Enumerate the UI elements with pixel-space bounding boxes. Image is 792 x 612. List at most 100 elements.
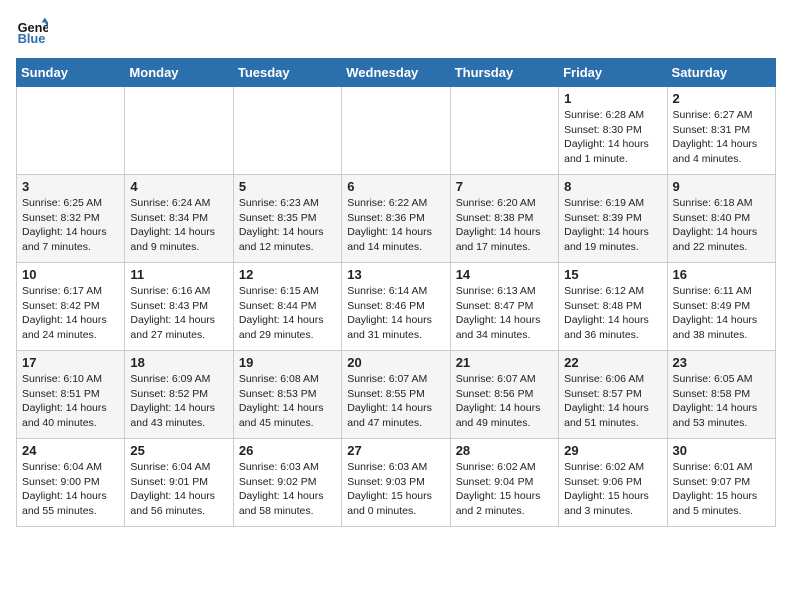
day-number: 28 <box>456 443 553 458</box>
day-info: Sunrise: 6:04 AM Sunset: 9:01 PM Dayligh… <box>130 460 227 519</box>
day-info: Sunrise: 6:04 AM Sunset: 9:00 PM Dayligh… <box>22 460 119 519</box>
day-info: Sunrise: 6:14 AM Sunset: 8:46 PM Dayligh… <box>347 284 444 343</box>
calendar-cell: 19 Sunrise: 6:08 AM Sunset: 8:53 PM Dayli… <box>233 351 341 439</box>
calendar-cell: 17 Sunrise: 6:10 AM Sunset: 8:51 PM Dayli… <box>17 351 125 439</box>
day-number: 24 <box>22 443 119 458</box>
day-number: 23 <box>673 355 770 370</box>
day-info: Sunrise: 6:05 AM Sunset: 8:58 PM Dayligh… <box>673 372 770 431</box>
calendar-cell: 6 Sunrise: 6:22 AM Sunset: 8:36 PM Daylig… <box>342 175 450 263</box>
calendar-cell: 4 Sunrise: 6:24 AM Sunset: 8:34 PM Daylig… <box>125 175 233 263</box>
day-number: 6 <box>347 179 444 194</box>
day-number: 29 <box>564 443 661 458</box>
day-number: 14 <box>456 267 553 282</box>
calendar-cell: 16 Sunrise: 6:11 AM Sunset: 8:49 PM Dayli… <box>667 263 775 351</box>
calendar-cell: 20Sunrise: 6:07 AM Sunset: 8:55 PM Dayli… <box>342 351 450 439</box>
day-number: 25 <box>130 443 227 458</box>
day-info: Sunrise: 6:03 AM Sunset: 9:02 PM Dayligh… <box>239 460 336 519</box>
calendar-cell: 29 Sunrise: 6:02 AM Sunset: 9:06 PM Dayli… <box>559 439 667 527</box>
calendar-cell: 30 Sunrise: 6:01 AM Sunset: 9:07 PM Dayli… <box>667 439 775 527</box>
header-day-saturday: Saturday <box>667 59 775 87</box>
calendar-cell: 27Sunrise: 6:03 AM Sunset: 9:03 PM Dayli… <box>342 439 450 527</box>
day-info: Sunrise: 6:24 AM Sunset: 8:34 PM Dayligh… <box>130 196 227 255</box>
svg-text:Blue: Blue <box>18 31 46 46</box>
day-number: 5 <box>239 179 336 194</box>
day-info: Sunrise: 6:13 AM Sunset: 8:47 PM Dayligh… <box>456 284 553 343</box>
day-number: 2 <box>673 91 770 106</box>
day-number: 1 <box>564 91 661 106</box>
calendar-week-row: 17 Sunrise: 6:10 AM Sunset: 8:51 PM Dayli… <box>17 351 776 439</box>
day-number: 19 <box>239 355 336 370</box>
calendar-week-row: 10 Sunrise: 6:17 AM Sunset: 8:42 PM Dayli… <box>17 263 776 351</box>
day-info: Sunrise: 6:15 AM Sunset: 8:44 PM Dayligh… <box>239 284 336 343</box>
header-day-monday: Monday <box>125 59 233 87</box>
header-day-friday: Friday <box>559 59 667 87</box>
calendar-table: SundayMondayTuesdayWednesdayThursdayFrid… <box>16 58 776 527</box>
day-number: 15 <box>564 267 661 282</box>
day-info: Sunrise: 6:22 AM Sunset: 8:36 PM Dayligh… <box>347 196 444 255</box>
day-number: 13 <box>347 267 444 282</box>
day-info: Sunrise: 6:27 AM Sunset: 8:31 PM Dayligh… <box>673 108 770 167</box>
page-header: General Blue <box>16 16 776 48</box>
calendar-cell: 9Sunrise: 6:18 AM Sunset: 8:40 PM Daylig… <box>667 175 775 263</box>
day-number: 18 <box>130 355 227 370</box>
calendar-cell: 12 Sunrise: 6:15 AM Sunset: 8:44 PM Dayli… <box>233 263 341 351</box>
day-number: 7 <box>456 179 553 194</box>
calendar-cell: 14 Sunrise: 6:13 AM Sunset: 8:47 PM Dayli… <box>450 263 558 351</box>
calendar-cell: 1 Sunrise: 6:28 AM Sunset: 8:30 PM Daylig… <box>559 87 667 175</box>
day-number: 4 <box>130 179 227 194</box>
calendar-cell: 8 Sunrise: 6:19 AM Sunset: 8:39 PM Daylig… <box>559 175 667 263</box>
calendar-header-row: SundayMondayTuesdayWednesdayThursdayFrid… <box>17 59 776 87</box>
calendar-cell <box>450 87 558 175</box>
day-number: 22 <box>564 355 661 370</box>
calendar-week-row: 24 Sunrise: 6:04 AM Sunset: 9:00 PM Dayli… <box>17 439 776 527</box>
calendar-cell: 22Sunrise: 6:06 AM Sunset: 8:57 PM Dayli… <box>559 351 667 439</box>
day-info: Sunrise: 6:25 AM Sunset: 8:32 PM Dayligh… <box>22 196 119 255</box>
calendar-cell: 18 Sunrise: 6:09 AM Sunset: 8:52 PM Dayli… <box>125 351 233 439</box>
day-number: 26 <box>239 443 336 458</box>
day-info: Sunrise: 6:10 AM Sunset: 8:51 PM Dayligh… <box>22 372 119 431</box>
day-info: Sunrise: 6:07 AM Sunset: 8:56 PM Dayligh… <box>456 372 553 431</box>
calendar-cell: 15 Sunrise: 6:12 AM Sunset: 8:48 PM Dayli… <box>559 263 667 351</box>
calendar-week-row: 1 Sunrise: 6:28 AM Sunset: 8:30 PM Daylig… <box>17 87 776 175</box>
day-number: 27 <box>347 443 444 458</box>
day-info: Sunrise: 6:16 AM Sunset: 8:43 PM Dayligh… <box>130 284 227 343</box>
calendar-cell: 10 Sunrise: 6:17 AM Sunset: 8:42 PM Dayli… <box>17 263 125 351</box>
day-number: 11 <box>130 267 227 282</box>
day-info: Sunrise: 6:09 AM Sunset: 8:52 PM Dayligh… <box>130 372 227 431</box>
day-info: Sunrise: 6:11 AM Sunset: 8:49 PM Dayligh… <box>673 284 770 343</box>
day-info: Sunrise: 6:02 AM Sunset: 9:06 PM Dayligh… <box>564 460 661 519</box>
header-day-thursday: Thursday <box>450 59 558 87</box>
day-info: Sunrise: 6:01 AM Sunset: 9:07 PM Dayligh… <box>673 460 770 519</box>
calendar-cell: 21 Sunrise: 6:07 AM Sunset: 8:56 PM Dayli… <box>450 351 558 439</box>
day-number: 10 <box>22 267 119 282</box>
day-info: Sunrise: 6:02 AM Sunset: 9:04 PM Dayligh… <box>456 460 553 519</box>
day-info: Sunrise: 6:20 AM Sunset: 8:38 PM Dayligh… <box>456 196 553 255</box>
calendar-cell: 13 Sunrise: 6:14 AM Sunset: 8:46 PM Dayli… <box>342 263 450 351</box>
calendar-cell: 28 Sunrise: 6:02 AM Sunset: 9:04 PM Dayli… <box>450 439 558 527</box>
header-day-tuesday: Tuesday <box>233 59 341 87</box>
calendar-cell: 23 Sunrise: 6:05 AM Sunset: 8:58 PM Dayli… <box>667 351 775 439</box>
calendar-week-row: 3Sunrise: 6:25 AM Sunset: 8:32 PM Daylig… <box>17 175 776 263</box>
calendar-cell <box>342 87 450 175</box>
calendar-cell: 11 Sunrise: 6:16 AM Sunset: 8:43 PM Dayli… <box>125 263 233 351</box>
logo-icon: General Blue <box>16 16 48 48</box>
day-number: 30 <box>673 443 770 458</box>
calendar-cell: 5 Sunrise: 6:23 AM Sunset: 8:35 PM Daylig… <box>233 175 341 263</box>
calendar-cell: 26 Sunrise: 6:03 AM Sunset: 9:02 PM Dayli… <box>233 439 341 527</box>
day-number: 8 <box>564 179 661 194</box>
calendar-cell: 24 Sunrise: 6:04 AM Sunset: 9:00 PM Dayli… <box>17 439 125 527</box>
day-info: Sunrise: 6:23 AM Sunset: 8:35 PM Dayligh… <box>239 196 336 255</box>
day-info: Sunrise: 6:17 AM Sunset: 8:42 PM Dayligh… <box>22 284 119 343</box>
day-info: Sunrise: 6:08 AM Sunset: 8:53 PM Dayligh… <box>239 372 336 431</box>
day-number: 12 <box>239 267 336 282</box>
day-info: Sunrise: 6:28 AM Sunset: 8:30 PM Dayligh… <box>564 108 661 167</box>
day-number: 17 <box>22 355 119 370</box>
calendar-cell: 25 Sunrise: 6:04 AM Sunset: 9:01 PM Dayli… <box>125 439 233 527</box>
day-number: 16 <box>673 267 770 282</box>
day-info: Sunrise: 6:12 AM Sunset: 8:48 PM Dayligh… <box>564 284 661 343</box>
calendar-cell: 2 Sunrise: 6:27 AM Sunset: 8:31 PM Daylig… <box>667 87 775 175</box>
logo: General Blue <box>16 16 52 48</box>
day-info: Sunrise: 6:19 AM Sunset: 8:39 PM Dayligh… <box>564 196 661 255</box>
day-info: Sunrise: 6:18 AM Sunset: 8:40 PM Dayligh… <box>673 196 770 255</box>
day-number: 21 <box>456 355 553 370</box>
